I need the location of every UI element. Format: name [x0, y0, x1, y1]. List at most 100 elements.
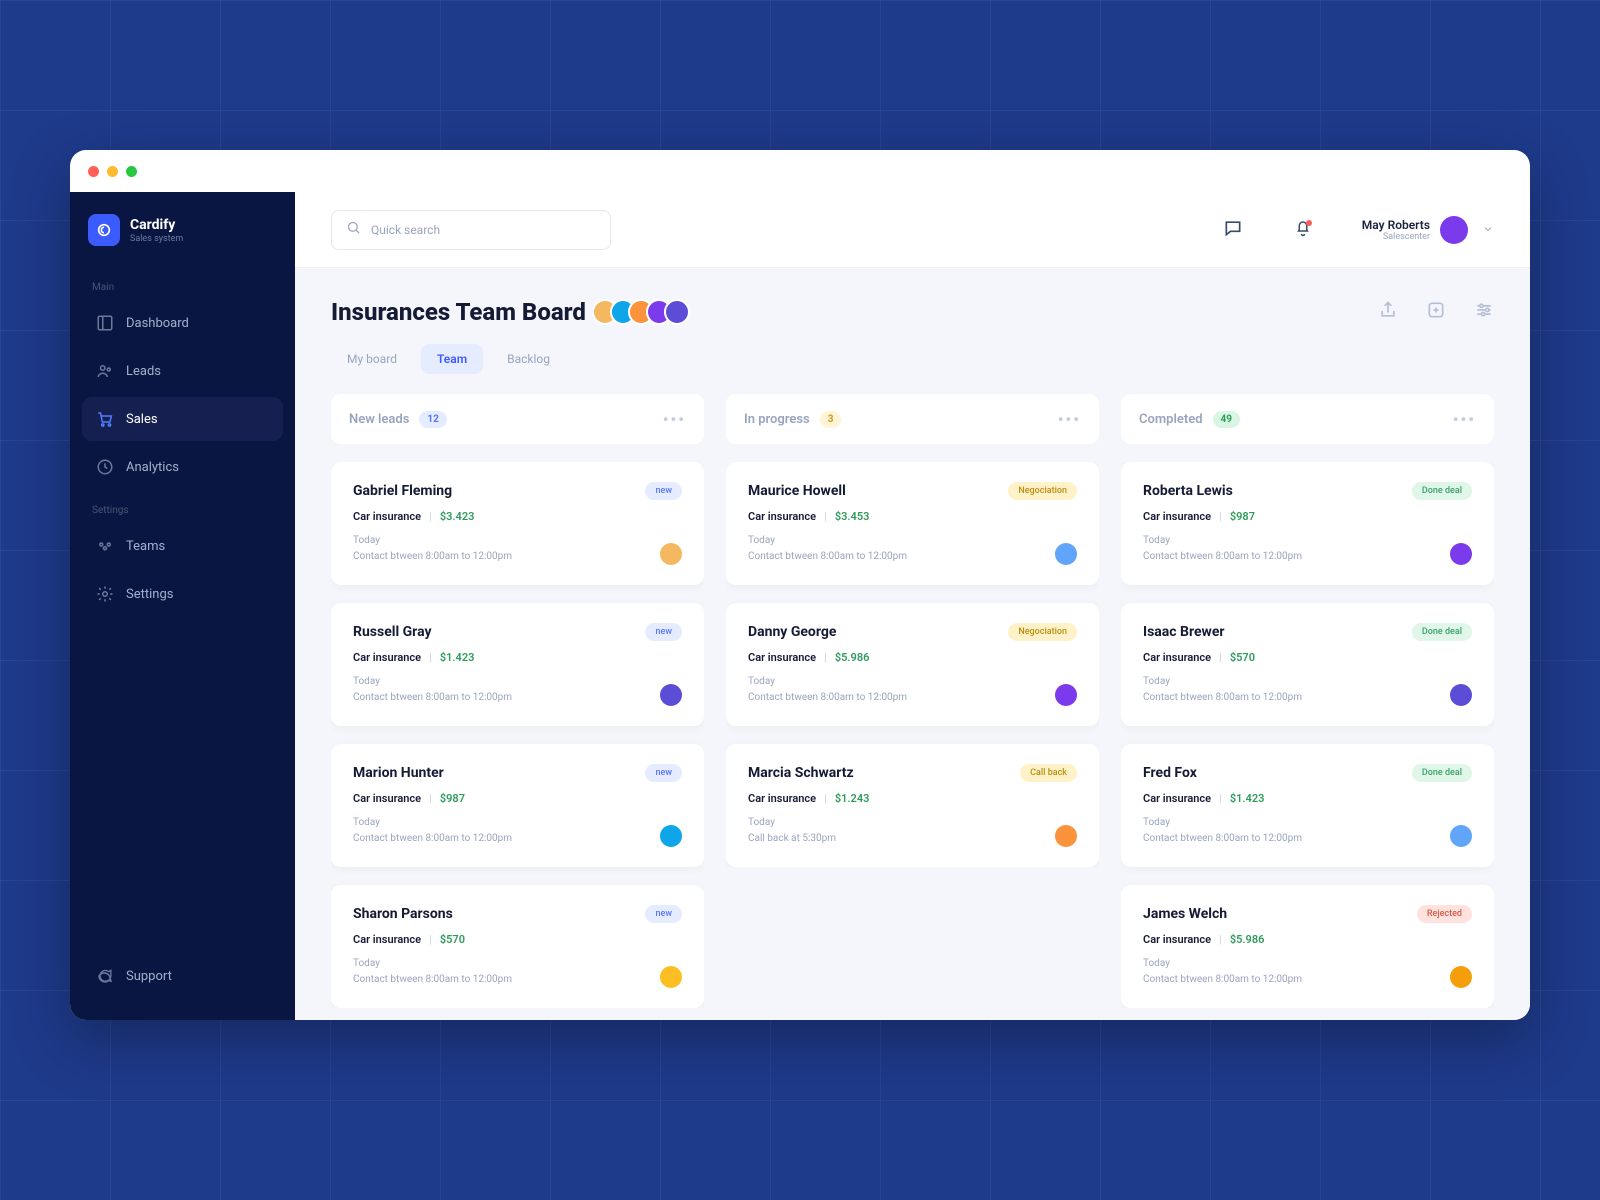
add-button[interactable]	[1426, 300, 1446, 324]
sidebar-item-teams[interactable]: Teams	[82, 524, 283, 568]
lead-day: Today	[1143, 674, 1302, 690]
lead-name: Marcia Schwartz	[748, 765, 854, 781]
lead-name: James Welch	[1143, 906, 1227, 922]
column-menu-button[interactable]: •••	[1058, 410, 1081, 429]
notifications-button[interactable]	[1292, 219, 1314, 241]
user-menu[interactable]: May Roberts Salescenter	[1362, 216, 1494, 244]
lead-amount: $5.986	[1230, 933, 1265, 946]
lead-name: Fred Fox	[1143, 765, 1197, 781]
assignee-avatar	[660, 825, 682, 847]
assignee-avatar	[1450, 966, 1472, 988]
sidebar-item-sales[interactable]: Sales	[82, 397, 283, 441]
column-menu-button[interactable]: •••	[1453, 410, 1476, 429]
app-window: Cardify Sales system Main Dashboard Lead…	[70, 150, 1530, 1020]
lead-contact-window: Contact btween 8:00am to 12:00pm	[1143, 549, 1302, 565]
cart-icon	[96, 410, 114, 428]
lead-card[interactable]: James WelchRejectedCar insurance|$5.986T…	[1121, 885, 1494, 1008]
window-minimize-dot[interactable]	[107, 166, 118, 177]
lead-status-tag: Negociation	[1008, 623, 1077, 641]
messages-button[interactable]	[1222, 219, 1244, 241]
tab-backlog[interactable]: Backlog	[491, 344, 566, 374]
team-icon	[96, 537, 114, 555]
lead-day: Today	[748, 674, 907, 690]
filter-button[interactable]	[1474, 300, 1494, 324]
column-count: 12	[419, 411, 446, 428]
board-tabs: My board Team Backlog	[295, 326, 1530, 394]
lead-contact-window: Contact btween 8:00am to 12:00pm	[353, 690, 512, 706]
lead-card[interactable]: Fred FoxDone dealCar insurance|$1.423Tod…	[1121, 744, 1494, 867]
column-header: New leads12•••	[331, 394, 704, 444]
separator: |	[1219, 651, 1222, 664]
lead-day: Today	[353, 533, 512, 549]
lead-name: Gabriel Fleming	[353, 483, 452, 499]
sidebar-item-settings[interactable]: Settings	[82, 572, 283, 616]
column-count: 49	[1213, 411, 1240, 428]
lead-name: Roberta Lewis	[1143, 483, 1233, 499]
assignee-avatar	[660, 684, 682, 706]
lead-status-tag: Call back	[1020, 764, 1077, 782]
brand: Cardify Sales system	[82, 214, 283, 246]
separator: |	[1219, 510, 1222, 523]
assignee-avatar	[1450, 825, 1472, 847]
kanban-board: New leads12•••Gabriel FlemingnewCar insu…	[295, 394, 1530, 1020]
lead-day: Today	[748, 533, 907, 549]
column-title: In progress	[744, 412, 810, 427]
lead-type: Car insurance	[1143, 792, 1211, 805]
lead-name: Sharon Parsons	[353, 906, 453, 922]
sidebar-item-leads[interactable]: Leads	[82, 349, 283, 393]
lead-status-tag: new	[645, 905, 682, 923]
sidebar-section-settings: Settings	[82, 499, 283, 522]
lead-status-tag: new	[645, 482, 682, 500]
lead-card[interactable]: Sharon ParsonsnewCar insurance|$570Today…	[331, 885, 704, 1008]
sidebar: Cardify Sales system Main Dashboard Lead…	[70, 192, 295, 1020]
assignee-avatar	[660, 966, 682, 988]
window-title-bar	[70, 150, 1530, 192]
lead-type: Car insurance	[748, 792, 816, 805]
sidebar-item-label: Support	[126, 969, 172, 984]
lead-contact-window: Contact btween 8:00am to 12:00pm	[353, 549, 512, 565]
lead-amount: $570	[1230, 651, 1255, 664]
lead-contact-window: Contact btween 8:00am to 12:00pm	[353, 972, 512, 988]
lead-card[interactable]: Maurice HowellNegociationCar insurance|$…	[726, 462, 1099, 585]
top-header: Quick search May Roberts Salescenter	[295, 192, 1530, 268]
lead-status-tag: Done deal	[1412, 482, 1472, 500]
lead-card[interactable]: Marcia SchwartzCall backCar insurance|$1…	[726, 744, 1099, 867]
lead-card[interactable]: Isaac BrewerDone dealCar insurance|$570T…	[1121, 603, 1494, 726]
lead-card[interactable]: Marion HunternewCar insurance|$987TodayC…	[331, 744, 704, 867]
share-button[interactable]	[1378, 300, 1398, 324]
lead-contact-window: Contact btween 8:00am to 12:00pm	[353, 831, 512, 847]
tab-myboard[interactable]: My board	[331, 344, 413, 374]
column-menu-button[interactable]: •••	[663, 410, 686, 429]
search-input[interactable]: Quick search	[331, 210, 611, 250]
lead-type: Car insurance	[353, 792, 421, 805]
assignee-avatar	[660, 543, 682, 565]
dashboard-icon	[96, 314, 114, 332]
lead-type: Car insurance	[353, 933, 421, 946]
brand-subtitle: Sales system	[130, 234, 183, 244]
lead-name: Isaac Brewer	[1143, 624, 1225, 640]
separator: |	[1219, 933, 1222, 946]
window-close-dot[interactable]	[88, 166, 99, 177]
sidebar-item-label: Sales	[126, 412, 158, 427]
sidebar-item-dashboard[interactable]: Dashboard	[82, 301, 283, 345]
lead-day: Today	[353, 815, 512, 831]
notification-dot	[1306, 220, 1312, 226]
board-column: New leads12•••Gabriel FlemingnewCar insu…	[331, 394, 704, 1020]
lead-card[interactable]: Gabriel FlemingnewCar insurance|$3.423To…	[331, 462, 704, 585]
separator: |	[824, 792, 827, 805]
lead-contact-window: Contact btween 8:00am to 12:00pm	[1143, 972, 1302, 988]
lead-name: Marion Hunter	[353, 765, 444, 781]
lead-card[interactable]: Danny GeorgeNegociationCar insurance|$5.…	[726, 603, 1099, 726]
lead-card[interactable]: Roberta LewisDone dealCar insurance|$987…	[1121, 462, 1494, 585]
window-zoom-dot[interactable]	[126, 166, 137, 177]
sidebar-item-label: Settings	[126, 587, 173, 602]
card-list: Roberta LewisDone dealCar insurance|$987…	[1121, 462, 1494, 1008]
sidebar-item-analytics[interactable]: Analytics	[82, 445, 283, 489]
sidebar-item-support[interactable]: Support	[82, 954, 283, 998]
lead-card[interactable]: Russell GraynewCar insurance|$1.423Today…	[331, 603, 704, 726]
tab-team[interactable]: Team	[421, 344, 483, 374]
brand-name: Cardify	[130, 217, 183, 233]
sidebar-section-main: Main	[82, 276, 283, 299]
team-avatar-stack[interactable]	[600, 299, 690, 325]
lead-status-tag: new	[645, 623, 682, 641]
